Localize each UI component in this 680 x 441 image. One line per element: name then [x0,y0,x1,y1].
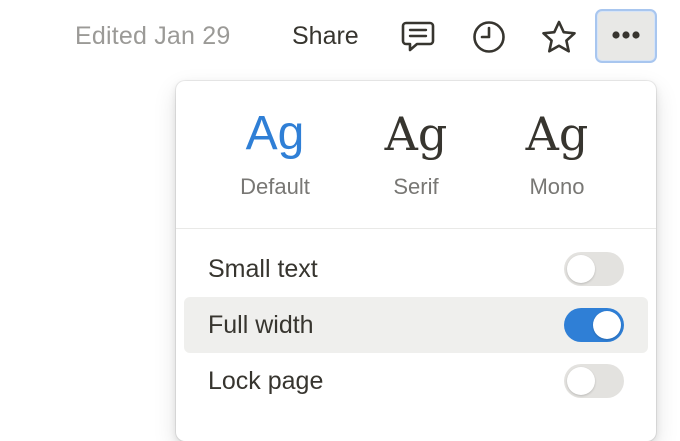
small-text-toggle[interactable] [564,252,624,286]
setting-row-full-width[interactable]: Full width [184,297,648,353]
setting-row-small-text[interactable]: Small text [184,241,648,297]
font-sample-mono: Ag [525,107,589,161]
font-option-mono[interactable]: Ag Mono [487,99,627,215]
font-option-serif[interactable]: Ag Serif [346,99,486,215]
menu-divider [176,228,656,229]
font-name-mono: Mono [529,174,585,199]
font-sample-serif: Ag [384,107,448,161]
comments-button[interactable] [396,15,440,59]
full-width-toggle[interactable] [564,308,624,342]
last-edited-label: Edited Jan 29 [75,22,231,50]
comments-icon [400,20,436,54]
history-clock-icon [471,19,507,55]
share-button[interactable]: Share [292,22,359,51]
font-name-serif: Serif [393,174,439,199]
more-options-button[interactable] [595,9,657,63]
favorite-star-icon [540,19,578,55]
page-history-button[interactable] [467,15,511,59]
setting-label: Full width [208,311,314,339]
toggle-knob [567,255,595,283]
setting-label: Small text [208,255,318,283]
page-topbar: Edited Jan 29 Share [0,0,680,76]
more-options-icon [611,27,641,45]
page-options-menu: Ag Default Ag Serif Ag Mono Small text F… [176,81,656,441]
favorite-button[interactable] [537,15,581,59]
toggle-knob [593,311,621,339]
font-name-default: Default [240,174,310,199]
lock-page-toggle[interactable] [564,364,624,398]
font-sample-default: Ag [245,107,305,160]
toggle-knob [567,367,595,395]
font-option-default[interactable]: Ag Default [205,99,345,215]
setting-label: Lock page [208,367,324,395]
setting-row-lock-page[interactable]: Lock page [184,353,648,409]
font-style-picker: Ag Default Ag Serif Ag Mono [176,81,656,228]
